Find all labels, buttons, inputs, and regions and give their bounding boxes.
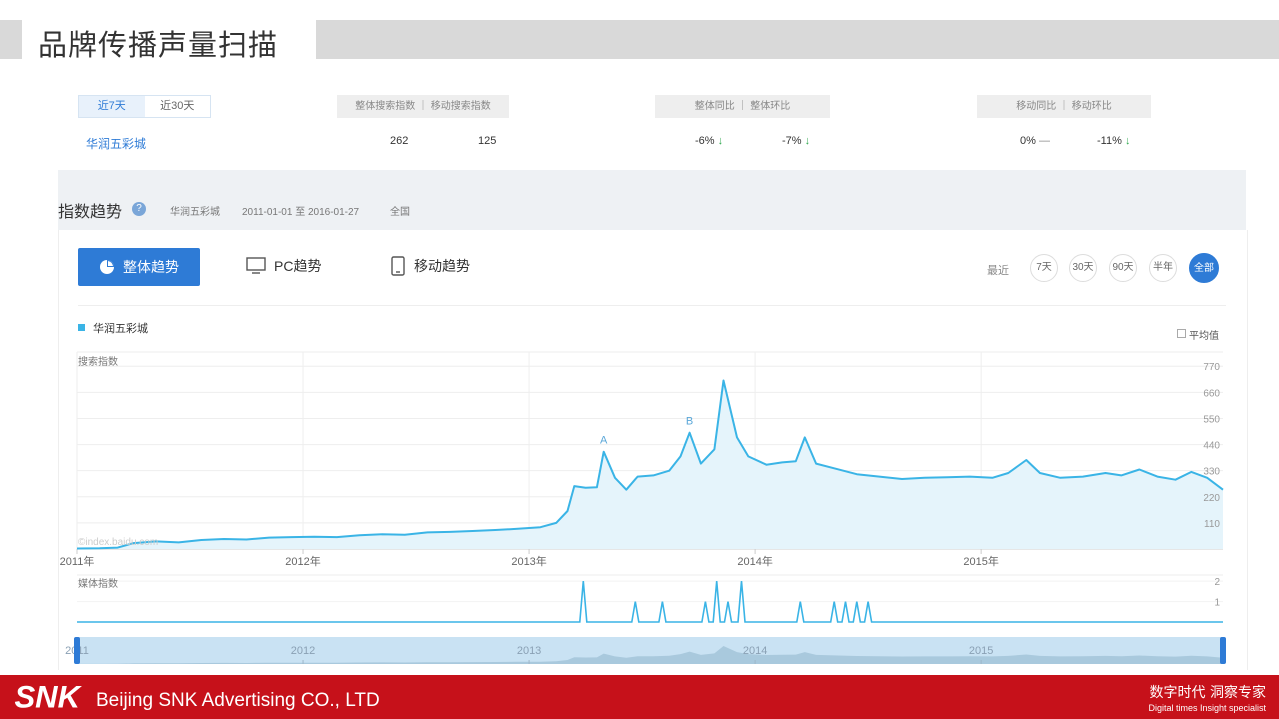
media-y-tick-label: 1 [1214,598,1220,609]
navigator-handle-right [1220,637,1226,664]
x-tick-label: 2012年 [285,554,320,568]
company-name: Beijing SNK Advertising CO., LTD [96,690,380,711]
series-area-fill [77,380,1223,549]
x-tick-label: 2011年 [60,554,95,568]
y-tick-label: 440 [1203,441,1220,452]
slogan-en: Digital times Insight specialist [1148,703,1266,713]
annotation-marker: B [686,416,693,428]
annotation-marker: A [600,435,608,447]
x-tick-label: 2014年 [737,554,772,568]
slogan: 数字时代 洞察专家 Digital times Insight speciali… [1100,682,1266,713]
y-tick-label: 660 [1203,388,1220,399]
y-tick-label: 550 [1203,414,1220,425]
y-tick-label: 330 [1203,467,1220,478]
media-y-axis-label: 媒体指数 [78,577,118,590]
navigator-tick-label: 2015 [969,645,993,657]
x-tick-label: 2015年 [963,554,998,568]
x-tick-label: 2013年 [511,554,546,568]
search-index-chart: 110 220 330 440 550 660 770 2011年 2012年 2013年 2014… [60,351,1226,664]
y-tick-label: 220 [1203,493,1220,504]
svg-text:SNK: SNK [14,680,82,712]
y-tick-label: 110 [1204,519,1220,530]
watermark: ©index.baidu.com [78,537,158,548]
navigator-handle-left [74,637,80,664]
snk-logo: SNK [14,680,82,712]
y-axis-label: 搜索指数 [78,355,118,368]
y-tick-label: 770 [1203,362,1220,373]
navigator-tick-label: 2013 [517,645,541,657]
navigator-tick-label: 2012 [291,645,315,657]
slogan-cn: 数字时代 洞察专家 [1149,685,1266,701]
navigator-tick-label: 2014 [743,645,767,657]
media-y-tick-label: 2 [1214,577,1220,588]
